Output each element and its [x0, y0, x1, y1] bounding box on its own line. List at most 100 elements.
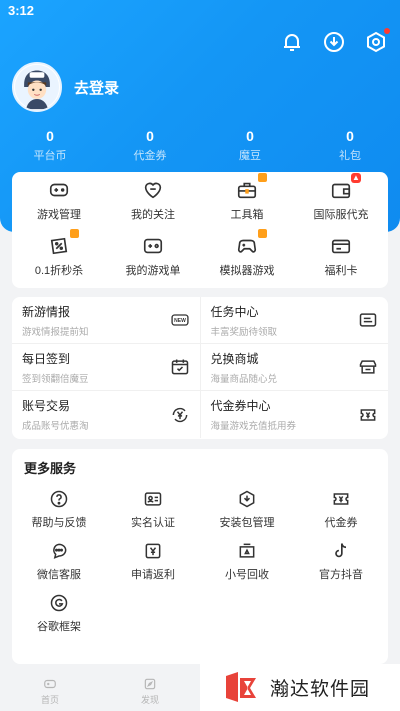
bell-icon[interactable] — [280, 30, 304, 54]
welfare-card-button[interactable]: 福利卡 — [294, 228, 388, 284]
settings-icon[interactable] — [364, 28, 390, 54]
tab-discover[interactable]: 发现 — [100, 672, 200, 711]
discount-icon — [48, 228, 79, 257]
account-trade[interactable]: 账号交易成品账号优惠淘 — [12, 391, 201, 438]
home-icon — [44, 679, 56, 689]
feature-title: 账号交易 — [22, 399, 71, 413]
service-label: 代金券 — [324, 516, 358, 529]
service-label: 安装包管理 — [219, 516, 275, 529]
help-feedback-button[interactable]: 帮助与反馈 — [12, 483, 106, 535]
card-icon — [330, 235, 352, 257]
douyin-icon — [335, 542, 347, 557]
real-name-button[interactable]: 实名认证 — [106, 483, 200, 535]
my-follow-button[interactable]: 我的关注 — [106, 172, 200, 228]
hot-badge: ▲ — [351, 172, 361, 183]
game-list-icon — [142, 235, 164, 257]
package-icon — [239, 490, 255, 507]
feature-list: 新游情报 游戏情报提前知 NEW 任务中心 丰富奖励待领取 每日签到 签到领翻倍魔豆 … — [12, 297, 388, 439]
recycle-icon — [239, 543, 255, 558]
stat-voucher[interactable]: 0 代金券 — [100, 128, 200, 163]
stat-value: 0 — [246, 128, 254, 144]
service-label: 官方抖音 — [319, 568, 363, 581]
tab-home[interactable]: 首页 — [0, 672, 100, 711]
gamepad-icon — [48, 179, 70, 201]
svg-text:NEW: NEW — [174, 318, 186, 324]
service-label: 谷歌框架 — [37, 620, 81, 633]
service-label: 小号回收 — [225, 568, 269, 581]
quick-label: 我的游戏单 — [125, 264, 181, 277]
apply-rebate-button[interactable]: 申请返利 — [106, 535, 200, 587]
quick-label: 我的关注 — [131, 208, 175, 221]
package-manage-button[interactable]: 安装包管理 — [200, 483, 294, 535]
wechat-icon — [53, 543, 67, 559]
intl-recharge-button[interactable]: ▲ 国际服代充 — [294, 172, 388, 228]
service-label: 帮助与反馈 — [31, 516, 87, 529]
service-label: 申请返利 — [131, 568, 175, 581]
discover-icon — [144, 678, 156, 690]
my-game-list-button[interactable]: 我的游戏单 — [106, 228, 200, 284]
stat-label: 代金券 — [133, 150, 167, 162]
quick-label: 模拟器游戏 — [219, 264, 275, 277]
stat-label: 礼包 — [339, 150, 361, 162]
stat-label: 平台币 — [33, 150, 67, 162]
more-services: 更多服务 帮助与反馈 实名认证 安装包管理 代金券 微信客服 申请返利 小号回收… — [12, 449, 388, 664]
new-icon: NEW — [170, 314, 189, 326]
feature-title: 任务中心 — [210, 304, 259, 319]
emulator-icon — [236, 228, 267, 257]
daily-checkin[interactable]: 每日签到签到领翻倍魔豆 — [12, 344, 201, 390]
service-label: 实名认证 — [131, 516, 175, 529]
stat-magic-bean[interactable]: 0 魔豆 — [200, 128, 300, 163]
download-icon[interactable] — [322, 30, 346, 54]
avatar[interactable] — [12, 62, 62, 112]
watermark: 瀚达软件园 — [200, 664, 400, 711]
watermark-logo — [226, 671, 256, 702]
wechat-service-button[interactable]: 微信客服 — [12, 535, 106, 587]
yen-exchange-icon — [172, 407, 187, 422]
feature-title: 新游情报 — [22, 304, 71, 319]
stat-platform-coin[interactable]: 0 平台币 — [0, 128, 100, 163]
feature-subtitle: 签到领翻倍魔豆 — [22, 373, 89, 385]
voucher-center[interactable]: 代金券中心 海量游戏充值抵用券 — [201, 391, 389, 438]
exchange-mall[interactable]: 兑换商城海量商品随心兑 — [201, 344, 389, 390]
toolbox-button[interactable]: 工具箱 — [200, 172, 294, 228]
tab-label: 发现 — [140, 695, 159, 705]
feature-subtitle: 海量游戏充值抵用券 — [210, 421, 297, 432]
account-recycle-button[interactable]: 小号回收 — [200, 535, 294, 587]
stat-value: 0 — [146, 128, 154, 144]
bottom-tabbar: 首页 发现 — [0, 672, 200, 711]
header-actions — [280, 28, 390, 54]
stat-gift[interactable]: 0 礼包 — [300, 128, 400, 163]
help-icon — [50, 490, 68, 507]
feature-title: 每日签到 — [22, 351, 71, 366]
new-badge — [70, 228, 79, 238]
status-time: 3:12 — [8, 3, 35, 18]
feature-title: 兑换商城 — [210, 351, 259, 366]
flash-sale-button[interactable]: 0.1折秒杀 — [12, 228, 106, 284]
stat-label: 魔豆 — [239, 150, 261, 162]
new-game-news[interactable]: 新游情报游戏情报提前知 NEW — [12, 297, 201, 343]
official-douyin-button[interactable]: 官方抖音 — [294, 535, 388, 587]
service-label: 微信客服 — [37, 568, 81, 581]
feature-subtitle: 成品账号优惠淘 — [22, 421, 89, 432]
shop-icon — [359, 360, 377, 374]
quick-label: 0.1折秒杀 — [34, 264, 84, 277]
feature-subtitle: 海量商品随心兑 — [210, 373, 278, 385]
coupon-icon — [360, 408, 376, 421]
game-manage-button[interactable]: 游戏管理 — [12, 172, 106, 228]
user-profile[interactable]: 去登录 — [12, 62, 119, 112]
feature-subtitle: 游戏情报提前知 — [22, 326, 89, 338]
wallet-icon: ▲ — [330, 172, 361, 201]
quick-label: 工具箱 — [230, 208, 264, 221]
task-center[interactable]: 任务中心丰富奖励待领取 — [201, 297, 389, 343]
login-link[interactable]: 去登录 — [74, 77, 119, 98]
stat-value: 0 — [46, 128, 54, 144]
rebate-icon — [145, 543, 161, 558]
section-title: 更多服务 — [24, 461, 77, 476]
google-framework-button[interactable]: 谷歌框架 — [12, 587, 106, 639]
emulator-games-button[interactable]: 模拟器游戏 — [200, 228, 294, 284]
quick-label: 福利卡 — [324, 264, 358, 277]
feature-subtitle: 丰富奖励待领取 — [210, 326, 278, 338]
id-card-icon — [144, 491, 162, 506]
voucher-button[interactable]: 代金券 — [294, 483, 388, 535]
tab-label: 首页 — [40, 695, 59, 705]
